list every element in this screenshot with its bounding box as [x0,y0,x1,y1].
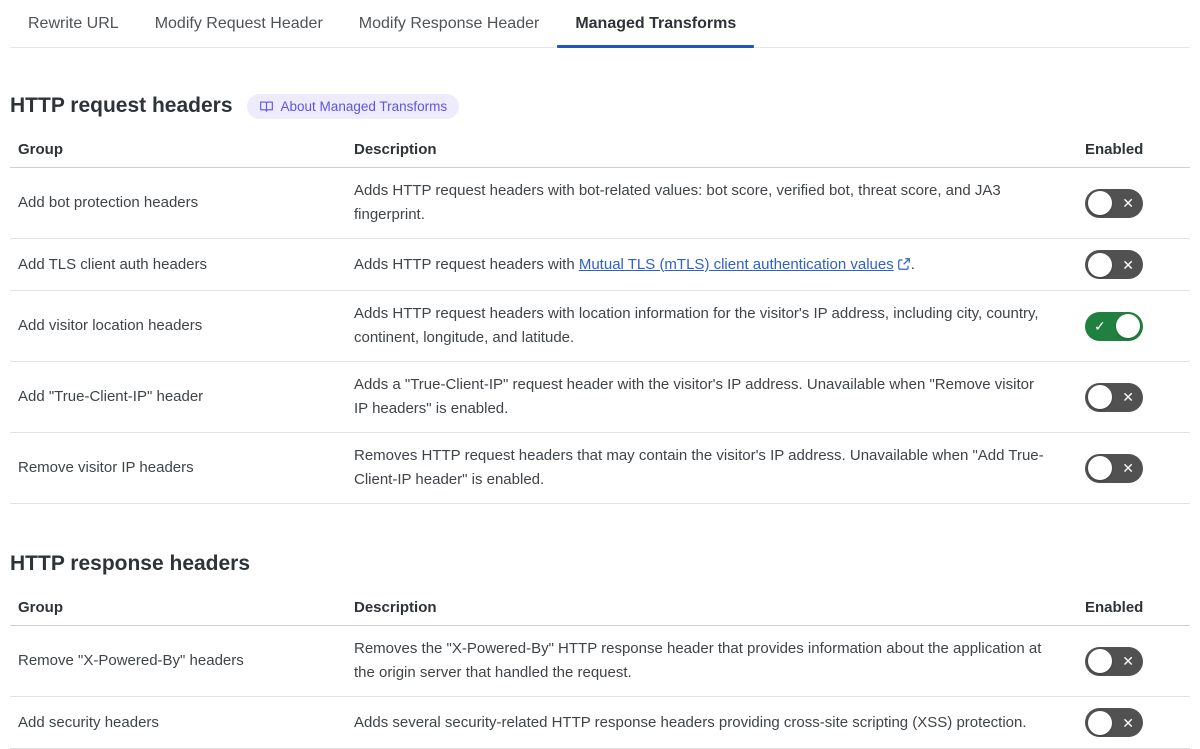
enable-toggle[interactable]: ✕ [1085,188,1143,218]
row-group-label: Add TLS client auth headers [18,255,208,273]
response-headers-title: HTTP response headers [10,552,251,575]
row-description: Adds HTTP request headers with bot-relat… [354,182,1001,223]
request-headers-title: HTTP request headers [10,94,233,117]
row-group-label: Remove "X-Powered-By" headers [18,652,244,669]
toggle-state-icon: ✓ [1094,318,1106,334]
table-header-row: Group Description Enabled [10,591,1190,626]
toggle-state-icon: ✕ [1122,714,1134,731]
enable-toggle[interactable]: ✕ [1085,646,1143,676]
table-row: Add security headers Adds several securi… [10,697,1190,749]
table-row: Remove "X-Powered-By" headers Removes th… [10,626,1190,697]
row-enabled-cell: ✕ [1085,646,1190,676]
table-row: Remove visitor IP headers Removes HTTP r… [10,433,1190,504]
toggle-knob [1088,385,1112,409]
table-header-row: Group Description Enabled [10,133,1190,168]
row-description: Adds HTTP request headers with location … [354,305,1039,346]
toggle-knob [1088,649,1112,673]
row-enabled-cell: ✕ [1085,708,1190,737]
description-text: . [910,255,915,273]
column-header-description: Description [354,141,437,158]
enable-toggle[interactable]: ✕ [1085,382,1143,412]
table-row: Add TLS client auth headers Adds HTTP re… [10,239,1190,291]
tab-label: Managed Transforms [575,14,737,32]
row-description: Adds several security-related HTTP respo… [354,713,1027,731]
toggle-state-icon: ✕ [1122,256,1134,273]
row-group-label: Add security headers [18,713,159,731]
tab-modify-request-header[interactable]: Modify Request Header [137,0,341,47]
tab-label: Rewrite URL [28,14,119,32]
toggle-knob [1088,710,1112,735]
toggle-knob [1088,252,1112,277]
toggle-state-icon: ✕ [1122,460,1134,476]
toggle-state-icon: ✕ [1122,389,1134,405]
book-icon [259,99,274,114]
tab-managed-transforms[interactable]: Managed Transforms [557,0,755,48]
description-link[interactable]: Mutual TLS (mTLS) client authentication … [579,256,911,273]
row-enabled-cell: ✓ [1085,311,1190,341]
row-description: Adds a "True-Client-IP" request header w… [354,376,1034,417]
row-group-label: Add bot protection headers [18,194,199,211]
column-header-description: Description [354,599,437,616]
description-link-text: Mutual TLS (mTLS) client authentication … [578,255,894,273]
enable-toggle[interactable]: ✕ [1085,453,1143,483]
tab-label: Modify Response Header [358,14,540,32]
tab-rewrite-url[interactable]: Rewrite URL [10,0,137,47]
table-row: Add "True-Client-IP" header Adds a "True… [10,362,1190,433]
table-row: Add visitor location headers Adds HTTP r… [10,291,1190,362]
tab-modify-response-header[interactable]: Modify Response Header [341,0,558,47]
toggle-state-icon: ✕ [1122,195,1134,211]
column-header-group: Group [18,599,63,616]
row-group-label: Add visitor location headers [18,317,203,334]
description-text: Adds HTTP request headers with [354,255,579,273]
about-managed-transforms-badge[interactable]: About Managed Transforms [246,93,460,119]
row-enabled-cell: ✕ [1085,250,1190,279]
row-group-label: Add "True-Client-IP" header [18,388,204,405]
toggle-knob [1116,314,1140,338]
toggle-knob [1088,191,1112,215]
row-description: Removes the "X-Powered-By" HTTP response… [354,640,1042,681]
enable-toggle[interactable]: ✕ [1085,708,1143,737]
toggle-state-icon: ✕ [1122,653,1134,669]
toggle-knob [1088,456,1112,480]
column-header-enabled: Enabled [1085,141,1144,158]
external-link-icon [897,257,910,270]
column-header-enabled: Enabled [1085,599,1144,616]
row-description: Adds HTTP request headers with Mutual TL… [354,253,1085,277]
response-headers-table: Group Description Enabled Remove "X-Powe… [10,591,1190,749]
enable-toggle[interactable]: ✕ [1085,250,1143,279]
badge-label: About Managed Transforms [280,98,448,114]
row-enabled-cell: ✕ [1085,453,1190,483]
tab-label: Modify Request Header [154,14,323,32]
response-headers-section-head: HTTP response headers [10,550,1190,578]
row-group-label: Remove visitor IP headers [18,459,194,476]
row-enabled-cell: ✕ [1085,188,1190,218]
row-description: Removes HTTP request headers that may co… [354,447,1044,488]
request-headers-section-head: HTTP request headers About Managed Trans… [10,92,1190,120]
transform-rules-tabbar: Rewrite URL Modify Request Header Modify… [10,0,1190,48]
enable-toggle[interactable]: ✓ [1085,311,1143,341]
row-enabled-cell: ✕ [1085,382,1190,412]
request-headers-table: Group Description Enabled Add bot protec… [10,133,1190,504]
table-row: Add bot protection headers Adds HTTP req… [10,168,1190,239]
column-header-group: Group [18,141,63,158]
